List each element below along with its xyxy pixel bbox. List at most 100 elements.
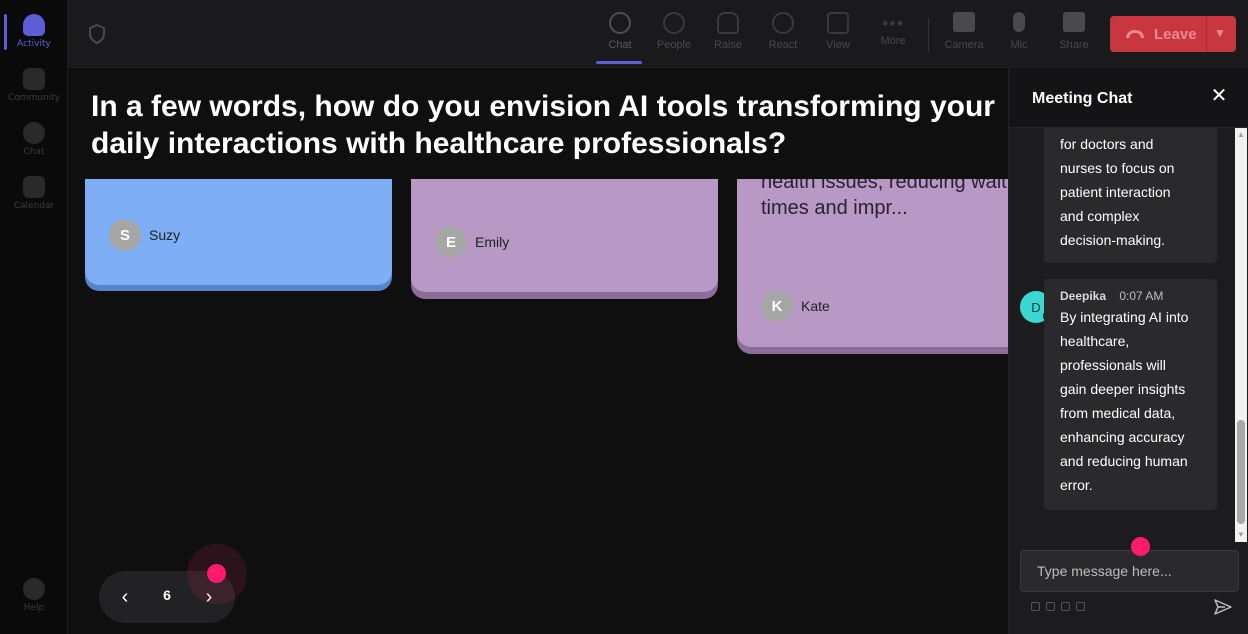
close-icon[interactable]: ✕ (1209, 86, 1229, 106)
gif-icon[interactable] (1076, 602, 1085, 611)
message-line: and reducing human (1060, 453, 1188, 469)
camera-button-label: Camera (944, 39, 984, 51)
emoji-icon[interactable] (1061, 602, 1070, 611)
rail-item-label: Chat (23, 147, 45, 157)
raise-hand-button[interactable]: Raise (702, 12, 754, 62)
rail-item-label: Calendar (13, 201, 55, 211)
more-button-label: More (880, 35, 906, 47)
chat-messages[interactable]: for doctors and nurses to focus on patie… (1009, 128, 1235, 540)
format-toolbar (1031, 602, 1085, 611)
card-text: health issues, reducing wait times and i… (761, 179, 1008, 221)
grid-icon (827, 12, 849, 34)
more-button[interactable]: ••• More (867, 12, 919, 62)
share-icon (1063, 12, 1085, 32)
avatar: S (109, 219, 141, 251)
message-composer (1020, 550, 1239, 592)
meeting-toolbar: Chat People Raise React View ••• More Ca… (68, 0, 1248, 68)
message-input[interactable] (1021, 551, 1238, 591)
card-author: Emily (475, 234, 510, 250)
attach-icon[interactable] (1046, 602, 1055, 611)
scroll-thumb[interactable] (1237, 420, 1245, 524)
message-line: healthcare, (1060, 333, 1130, 349)
chat-message: for doctors and nurses to focus on patie… (1044, 128, 1217, 263)
view-button-label: View (826, 39, 850, 51)
question-title: In a few words, how do you envision AI t… (91, 90, 995, 160)
message-author: Deepika (1060, 289, 1107, 303)
people-button[interactable]: People (648, 12, 700, 62)
card-text-line: health issues, reducing wait (761, 179, 1007, 193)
mic-icon (1013, 12, 1025, 32)
people-button-label: People (656, 39, 692, 51)
message-line: enhancing accuracy (1060, 429, 1185, 445)
chat-button[interactable]: Chat (594, 12, 646, 64)
rail-item-activity[interactable]: Activity (0, 8, 68, 58)
rail-item-calendar[interactable]: Calendar (0, 170, 68, 220)
chat-header: Meeting Chat ✕ (1009, 68, 1248, 128)
react-button[interactable]: React (757, 12, 809, 62)
leave-divider (1206, 16, 1207, 52)
share-button[interactable]: Share (1048, 12, 1100, 62)
message-line: decision-making. (1060, 232, 1166, 248)
response-cards: S Suzy E Emily health issues, reducing w… (68, 179, 1008, 479)
chat-message: Deepika 0:07 AM By integrating AI into h… (1044, 279, 1217, 510)
help-icon (23, 578, 45, 600)
mic-button[interactable]: Mic (993, 12, 1045, 62)
response-card[interactable]: E Emily (411, 179, 718, 292)
mic-button-label: Mic (1010, 39, 1028, 51)
person-icon (663, 12, 685, 34)
page-number: 6 (163, 587, 171, 603)
rail-item-community[interactable]: Community (0, 62, 68, 112)
format-icon[interactable] (1031, 602, 1040, 611)
rail-item-help[interactable]: Help (0, 572, 68, 622)
message-line: nurses to focus on (1060, 160, 1175, 176)
leave-button[interactable]: Leave ▼ (1110, 16, 1236, 52)
cursor-pointer (207, 564, 226, 583)
react-button-label: React (768, 39, 798, 51)
avatar: K (761, 290, 793, 322)
chevron-down-icon[interactable]: ▼ (1214, 26, 1226, 40)
message-line: for doctors and (1060, 136, 1154, 152)
chat-scrollbar[interactable]: ▲ ▼ (1235, 128, 1247, 542)
avatar: E (435, 226, 467, 258)
raise-hand-icon (717, 12, 739, 34)
rail-item-label: Activity (17, 39, 51, 49)
phone-hangup-icon (1126, 30, 1144, 38)
camera-button[interactable]: Camera (938, 12, 990, 62)
card-author: Kate (801, 298, 830, 314)
rail-item-label: Help (23, 603, 45, 613)
card-author: Suzy (149, 227, 181, 243)
left-rail: Activity Community Chat Calendar Help (0, 0, 68, 634)
raise-button-label: Raise (713, 39, 743, 51)
message-line: By integrating AI into (1060, 309, 1189, 325)
scroll-down-icon[interactable]: ▼ (1237, 531, 1245, 539)
view-button[interactable]: View (812, 12, 864, 62)
card-text-line: times and impr... (761, 197, 908, 219)
bell-icon (23, 14, 45, 36)
meeting-chat-panel: Meeting Chat ✕ for doctors and nurses to… (1008, 68, 1248, 634)
message-line: patient interaction (1060, 184, 1171, 200)
send-icon[interactable] (1213, 598, 1233, 616)
rail-item-label: Community (7, 93, 61, 103)
chat-button-label: Chat (608, 39, 632, 51)
message-line: gain deeper insights (1060, 381, 1186, 397)
message-time: 0:07 AM (1119, 289, 1164, 303)
message-line: error. (1060, 477, 1093, 493)
chevron-left-icon[interactable]: ‹ (113, 585, 137, 609)
toolbar-divider (928, 18, 929, 52)
chat-title: Meeting Chat (1032, 90, 1133, 107)
chat-bubble-icon (23, 122, 45, 144)
rail-item-chat[interactable]: Chat (0, 116, 68, 166)
message-line: and complex (1060, 208, 1140, 224)
community-icon (23, 68, 45, 90)
response-card[interactable]: S Suzy (85, 179, 392, 285)
cursor-pointer (1131, 537, 1150, 556)
shield-icon[interactable] (88, 24, 106, 44)
message-line: from medical data, (1060, 405, 1176, 421)
scroll-up-icon[interactable]: ▲ (1237, 131, 1245, 139)
more-dots-icon: ••• (882, 13, 904, 33)
message-line: professionals will (1060, 357, 1166, 373)
response-card[interactable]: health issues, reducing wait times and i… (737, 179, 1008, 347)
board-stage: In a few words, how do you envision AI t… (68, 68, 1008, 634)
calendar-icon (23, 176, 45, 198)
chat-bubble-icon (609, 12, 631, 34)
